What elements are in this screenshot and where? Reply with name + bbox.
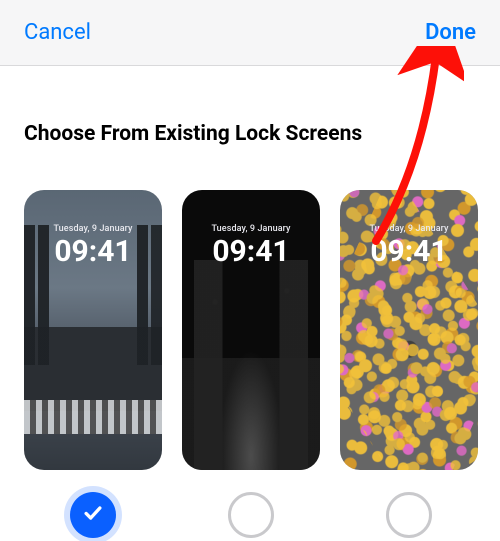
- selection-radio-checked[interactable]: [70, 492, 116, 538]
- lock-screen-time: 09:41: [340, 234, 478, 269]
- check-icon: [82, 502, 104, 528]
- lock-screen-date: Tuesday, 9 January: [24, 224, 162, 234]
- cancel-button[interactable]: Cancel: [24, 20, 91, 45]
- navbar: Cancel Done: [0, 0, 500, 66]
- content: Choose From Existing Lock Screens Tuesda…: [0, 66, 500, 538]
- lock-screen-item: Tuesday, 9 January 09:41: [340, 190, 478, 538]
- lock-screen-time: 09:41: [182, 234, 320, 269]
- lock-screen-thumbnail[interactable]: Tuesday, 9 January 09:41: [24, 190, 162, 470]
- lock-screen-thumbnail[interactable]: Tuesday, 9 January 09:41: [340, 190, 478, 470]
- done-button[interactable]: Done: [425, 20, 476, 45]
- lock-screen-item: Tuesday, 9 January 09:41: [182, 190, 320, 538]
- section-title: Choose From Existing Lock Screens: [24, 122, 476, 146]
- selection-radio-unchecked[interactable]: [386, 492, 432, 538]
- lock-screen-list: Tuesday, 9 January 09:41 Tuesday, 9 Janu…: [24, 190, 476, 538]
- lock-screen-time: 09:41: [24, 234, 162, 269]
- lock-screen-thumbnail[interactable]: Tuesday, 9 January 09:41: [182, 190, 320, 470]
- lock-screen-date: Tuesday, 9 January: [182, 224, 320, 234]
- lock-screen-date: Tuesday, 9 January: [340, 224, 478, 234]
- lock-screen-item: Tuesday, 9 January 09:41: [24, 190, 162, 538]
- selection-radio-unchecked[interactable]: [228, 492, 274, 538]
